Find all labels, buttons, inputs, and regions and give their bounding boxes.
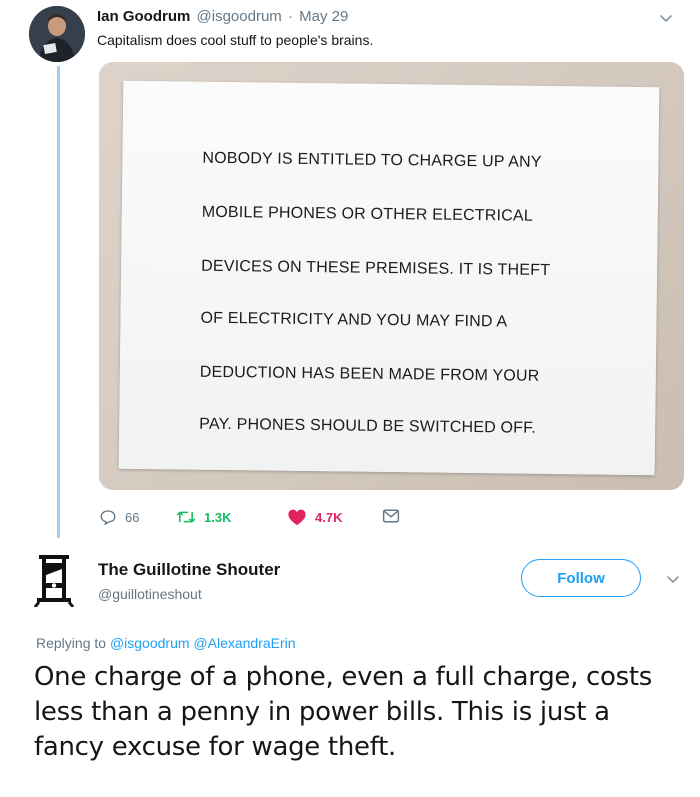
tweet-header: Ian Goodrum @isgoodrum · May 29 (97, 8, 348, 25)
reply-icon (100, 510, 116, 525)
sign-line: OF ELECTRICITY AND YOU MAY FIND A (200, 309, 508, 331)
mention-link[interactable]: @AlexandraErin (193, 635, 295, 651)
mention-link[interactable]: @isgoodrum (110, 635, 190, 651)
reply-tweet: The Guillotine Shouter @guillotineshout … (0, 538, 700, 797)
avatar[interactable] (33, 553, 75, 608)
sign-line: DEDUCTION HAS BEEN MADE FROM YOUR (199, 363, 540, 385)
replying-to: Replying to @isgoodrum @AlexandraErin (36, 635, 296, 651)
chevron-down-icon[interactable] (665, 571, 681, 587)
sign-line: DEVICES ON THESE PREMISES. IT IS THEFT (201, 257, 551, 279)
reply-count: 66 (125, 509, 140, 525)
direct-message-button[interactable] (382, 508, 408, 524)
sign-line: PAY. PHONES SHOULD BE SWITCHED OFF. (199, 415, 537, 437)
separator-dot: · (287, 8, 293, 25)
sign-line: MOBILE PHONES OR OTHER ELECTRICAL (201, 203, 533, 225)
author-handle[interactable]: @isgoodrum (197, 8, 282, 25)
retweet-button[interactable]: 1.3K (176, 508, 231, 526)
tweet-photo[interactable]: NOBODY IS ENTITLED TO CHARGE UP ANY MOBI… (99, 62, 684, 490)
reply-button[interactable]: 66 (99, 508, 139, 526)
tweet-text: One charge of a phone, even a full charg… (34, 662, 653, 762)
original-tweet: Ian Goodrum @isgoodrum · May 29 Capitali… (0, 0, 700, 538)
envelope-icon (382, 509, 400, 523)
author-handle[interactable]: @guillotineshout (98, 586, 202, 602)
retweet-count: 1.3K (204, 509, 232, 525)
replying-prefix: Replying to (36, 635, 107, 651)
avatar[interactable] (29, 6, 85, 62)
retweet-icon (176, 511, 196, 523)
chevron-down-icon[interactable] (658, 10, 674, 26)
heart-icon (288, 509, 306, 526)
sign-line: NOBODY IS ENTITLED TO CHARGE UP ANY (202, 149, 542, 171)
person-icon (29, 6, 85, 62)
author-name[interactable]: The Guillotine Shouter (98, 560, 280, 580)
follow-button[interactable]: Follow (521, 559, 641, 597)
sign-paper: NOBODY IS ENTITLED TO CHARGE UP ANY MOBI… (118, 80, 660, 476)
like-count: 4.7K (315, 509, 343, 525)
author-name[interactable]: Ian Goodrum (97, 8, 190, 25)
guillotine-icon (33, 555, 75, 608)
thread-connector-line (57, 66, 60, 538)
tweet-text: Capitalism does cool stuff to people's b… (97, 32, 374, 48)
like-button[interactable]: 4.7K (287, 508, 342, 526)
tweet-date[interactable]: May 29 (299, 8, 348, 25)
